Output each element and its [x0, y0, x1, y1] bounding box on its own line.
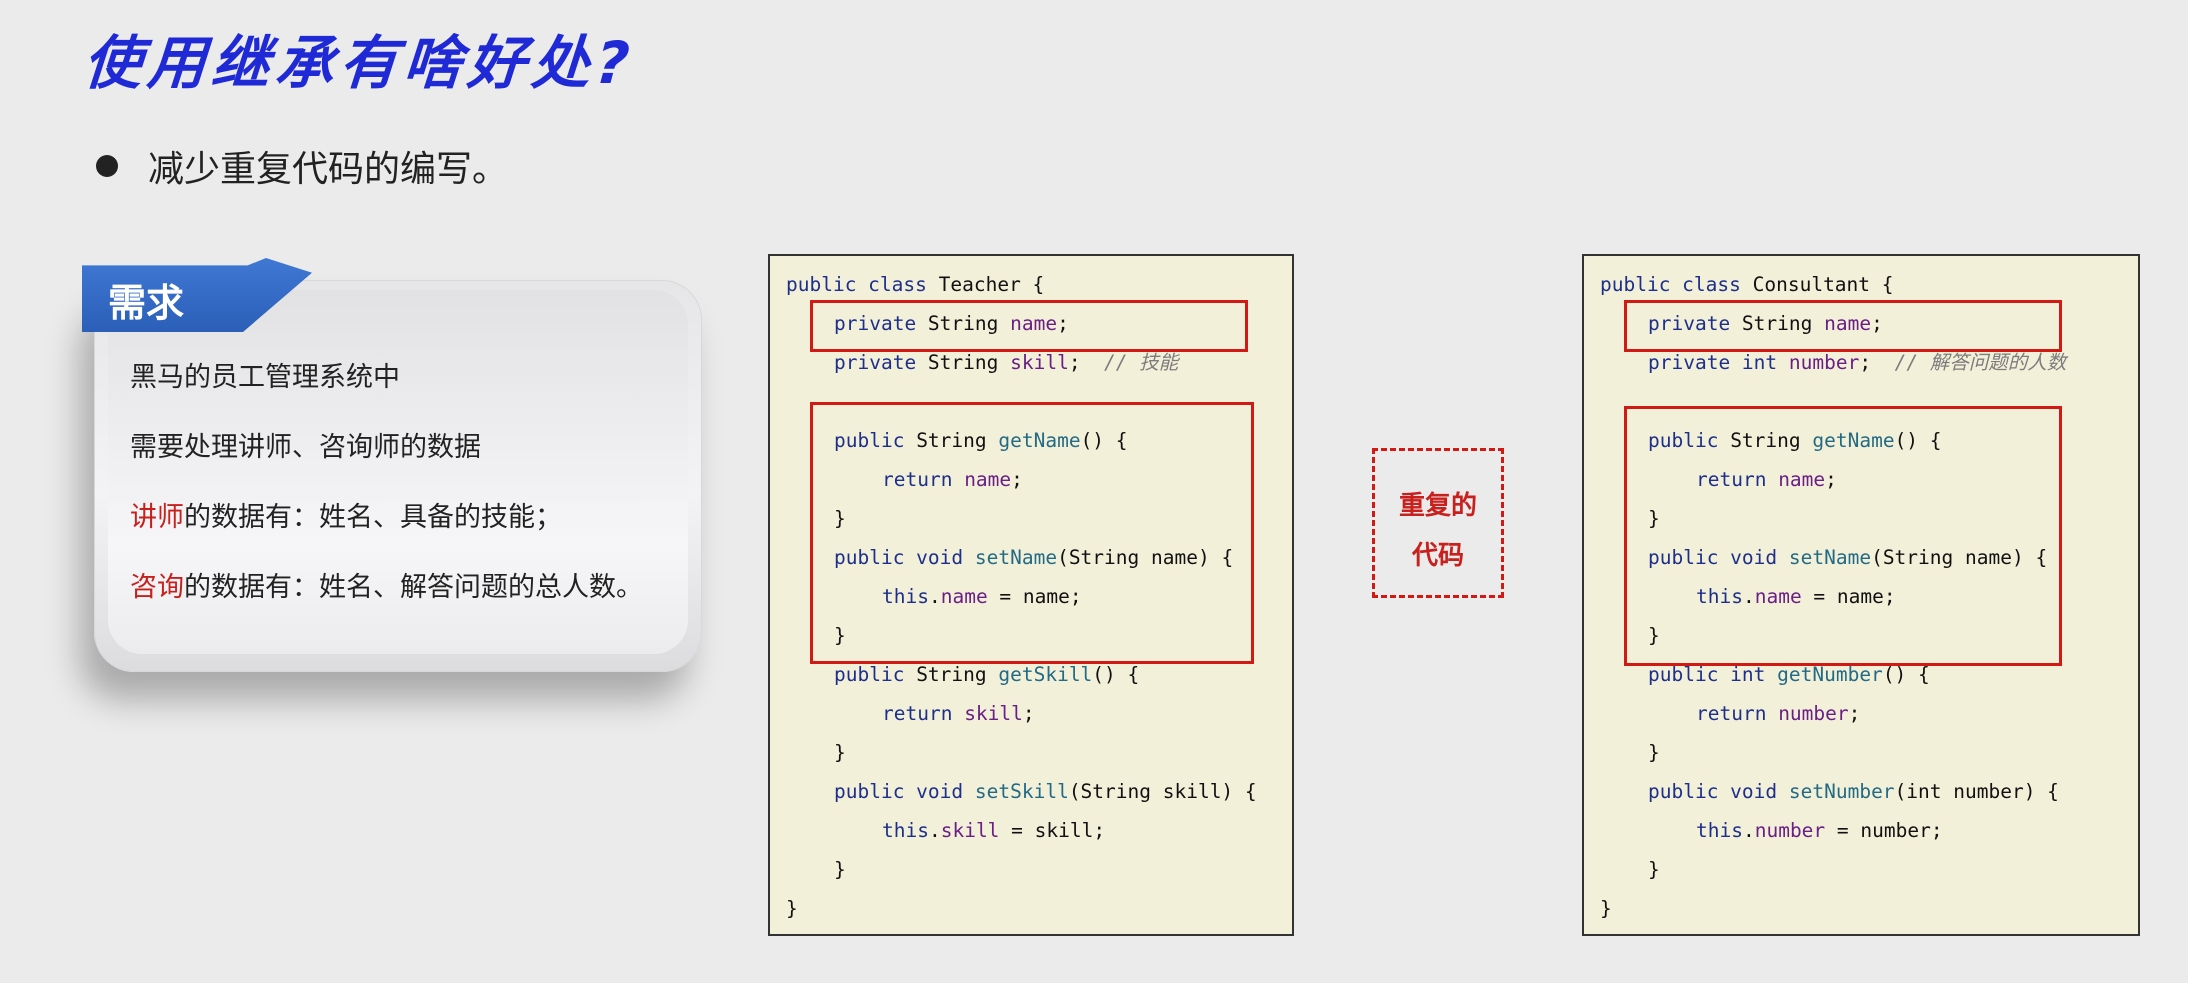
code-method: getNumber — [1777, 663, 1883, 686]
code-keyword: public class — [786, 273, 927, 296]
code-keyword: public void — [834, 780, 975, 803]
consultant-code-box: public class Consultant { private String… — [1582, 254, 2140, 936]
code-keyword: this — [882, 819, 929, 842]
code-line: return skill; — [882, 699, 1035, 729]
code-line: public String getSkill() { — [834, 660, 1139, 690]
code-text: ; — [1068, 351, 1105, 374]
code-text: () { — [1092, 663, 1140, 686]
requirement-text: 的数据有：姓名、解答问题的总人数。 — [184, 572, 643, 603]
code-line: } — [1648, 741, 1660, 764]
code-keyword: public int — [1648, 663, 1778, 686]
code-field: skill — [940, 819, 1000, 842]
code-line: public class Consultant { — [1600, 270, 1894, 300]
code-line: public void setSkill(String skill) { — [834, 777, 1257, 807]
code-field: number — [1788, 351, 1860, 374]
code-line: } — [834, 858, 846, 881]
code-method: getSkill — [998, 663, 1093, 686]
code-text: = number; — [1825, 819, 1943, 842]
highlight-box-field — [1624, 300, 2062, 352]
code-method: setSkill — [974, 780, 1069, 803]
duplicate-label-line1: 重复的 — [1398, 491, 1477, 521]
requirement-lines: 黑马的员工管理系统中 需要处理讲师、咨询师的数据 讲师的数据有：姓名、具备的技能… — [130, 356, 643, 636]
page-title: 使用继承有啥好处? — [81, 29, 638, 97]
highlight-box-methods — [810, 402, 1254, 664]
teacher-code-box: public class Teacher { private String na… — [768, 254, 1294, 936]
code-text: Consultant { — [1740, 273, 1894, 296]
code-keyword: return — [1696, 702, 1779, 725]
code-line: public void setNumber(int number) { — [1648, 777, 2059, 807]
bullet-item: 减少重复代码的编写。 — [96, 140, 508, 192]
code-comment: // 技能 — [1104, 351, 1179, 374]
code-text: ; — [1859, 351, 1895, 374]
bullet-text: 减少重复代码的编写。 — [148, 149, 509, 190]
bullet-dot-icon — [96, 155, 118, 177]
highlight-box-methods — [1624, 406, 2062, 666]
requirement-highlight: 咨询 — [130, 572, 184, 603]
code-text: ; — [1848, 702, 1861, 725]
requirement-line: 讲师的数据有：姓名、具备的技能； — [130, 496, 643, 566]
code-line: this.skill = skill; — [882, 816, 1105, 846]
code-text: . — [928, 819, 941, 842]
code-line: return number; — [1696, 699, 1860, 729]
code-keyword: this — [1696, 819, 1743, 842]
code-field: skill — [964, 702, 1023, 725]
slide: 使用继承有啥好处? 减少重复代码的编写。 需求 黑马的员工管理系统中 需要处理讲… — [0, 0, 2188, 983]
code-line: public class Teacher { — [786, 270, 1044, 300]
code-line: } — [1600, 897, 1612, 920]
requirement-line: 需要处理讲师、咨询师的数据 — [130, 432, 481, 463]
requirement-tab-label: 需求 — [108, 281, 185, 325]
code-text: String — [904, 663, 999, 686]
code-text: = skill; — [999, 819, 1106, 842]
code-text: String — [916, 351, 1011, 374]
requirement-text: 的数据有：姓名、具备的技能； — [184, 502, 562, 533]
duplicate-code-label: 重复的 代码 — [1372, 448, 1504, 598]
code-line: } — [786, 897, 798, 920]
code-keyword: return — [882, 702, 965, 725]
code-text: Teacher { — [926, 273, 1045, 296]
code-field: number — [1754, 819, 1826, 842]
highlight-box-field — [810, 300, 1248, 352]
code-text: () { — [1882, 663, 1930, 686]
code-line: } — [834, 741, 846, 764]
code-field: skill — [1010, 351, 1069, 374]
code-keyword: public class — [1600, 273, 1741, 296]
code-field: number — [1778, 702, 1849, 725]
code-line: private int number; // 解答问题的人数 — [1648, 348, 2066, 378]
code-keyword: private — [834, 351, 917, 374]
duplicate-label-line2: 代码 — [1411, 541, 1464, 571]
code-keyword: private int — [1648, 351, 1789, 374]
code-keyword: public — [834, 663, 905, 686]
requirement-line: 黑马的员工管理系统中 — [130, 362, 400, 393]
code-comment: // 解答问题的人数 — [1894, 351, 2067, 374]
code-text: (int number) { — [1894, 780, 2059, 803]
code-line: this.number = number; — [1696, 816, 1943, 846]
code-text: (String skill) { — [1068, 780, 1257, 803]
code-keyword: public void — [1648, 780, 1789, 803]
code-method: setNumber — [1788, 780, 1895, 803]
code-line: } — [1648, 858, 1660, 881]
code-line: private String skill; // 技能 — [834, 348, 1178, 378]
code-text: . — [1742, 819, 1755, 842]
requirement-highlight: 讲师 — [130, 502, 184, 533]
code-text: ; — [1022, 702, 1035, 725]
requirement-line: 咨询的数据有：姓名、解答问题的总人数。 — [130, 566, 643, 636]
